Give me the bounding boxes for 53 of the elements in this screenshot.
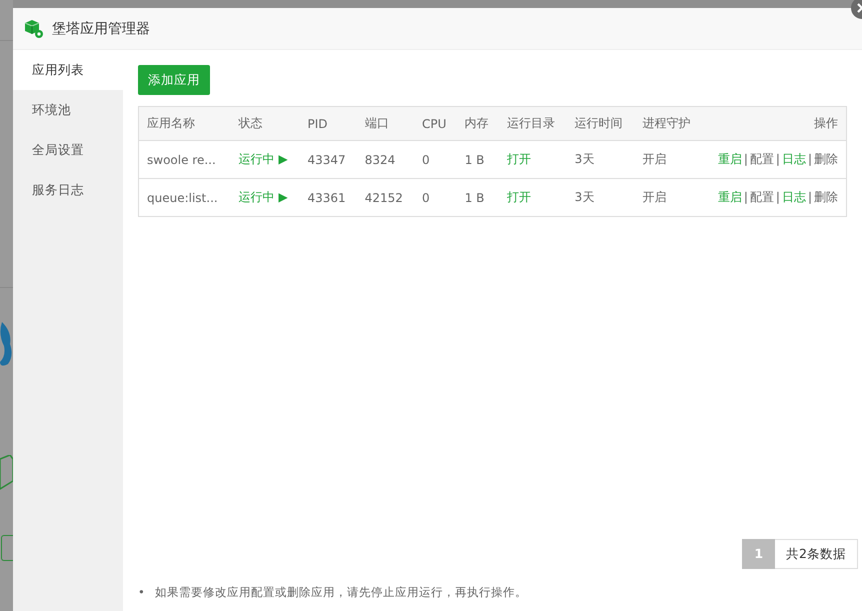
- status-cell: 运行中 ▶: [230, 140, 300, 178]
- pid-cell: 43361: [299, 178, 357, 216]
- uptime-cell: 3天: [566, 178, 634, 216]
- sidebar-item[interactable]: 服务日志: [13, 170, 123, 210]
- separator-text: |: [776, 152, 780, 166]
- column-header: 端口: [356, 106, 414, 140]
- app-name-cell: queue:list...: [138, 178, 231, 216]
- port-cell: 42152: [356, 178, 414, 216]
- column-header: 进程守护: [634, 106, 702, 140]
- column-header: 内存: [456, 106, 500, 140]
- action-link[interactable]: 日志: [782, 190, 806, 204]
- sidebar-item[interactable]: 应用列表: [13, 50, 123, 90]
- action-link[interactable]: 配置: [750, 152, 774, 166]
- add-app-button[interactable]: 添加应用: [138, 65, 210, 95]
- action-link[interactable]: 删除: [814, 152, 838, 166]
- action-link[interactable]: 日志: [782, 152, 806, 166]
- memory-cell: 1 B: [456, 178, 500, 216]
- separator-text: |: [744, 152, 748, 166]
- status-cell: 运行中 ▶: [230, 178, 300, 216]
- cube-gear-icon: [24, 18, 44, 38]
- cpu-cell: 0: [414, 140, 457, 178]
- uptime-cell: 3天: [566, 140, 634, 178]
- bullet-text: •: [138, 584, 145, 601]
- action-link[interactable]: 重启: [718, 190, 742, 204]
- app-name-cell: swoole re...: [138, 140, 231, 178]
- action-link[interactable]: 重启: [718, 152, 742, 166]
- pid-cell: 43347: [299, 140, 357, 178]
- separator-text: |: [808, 190, 812, 204]
- separator-text: |: [808, 152, 812, 166]
- column-header: 运行目录: [499, 106, 567, 140]
- daemon-cell: 开启: [634, 178, 702, 216]
- separator-text: |: [776, 190, 780, 204]
- record-count: 共2条数据: [775, 539, 858, 569]
- directory-link[interactable]: 打开: [499, 140, 567, 178]
- port-cell: 8324: [356, 140, 414, 178]
- column-header: 操作: [702, 106, 846, 140]
- column-header: 应用名称: [138, 106, 231, 140]
- memory-cell: 1 B: [456, 140, 500, 178]
- column-header: 状态: [230, 106, 300, 140]
- note-text: 如果需要修改应用配置或删除应用，请先停止应用运行，再执行操作。: [154, 584, 527, 601]
- column-header: CPU: [414, 106, 457, 140]
- directory-link[interactable]: 打开: [499, 178, 567, 216]
- column-header: PID: [299, 106, 357, 140]
- window-title: 堡塔应用管理器: [52, 20, 150, 38]
- action-link[interactable]: 配置: [750, 190, 774, 204]
- column-header: 运行时间: [566, 106, 634, 140]
- daemon-cell: 开启: [634, 140, 702, 178]
- sidebar-item[interactable]: 环境池: [13, 90, 123, 130]
- separator-text: |: [744, 190, 748, 204]
- sidebar-item[interactable]: 全局设置: [13, 130, 123, 170]
- cpu-cell: 0: [414, 178, 457, 216]
- shield-icon: [0, 455, 14, 491]
- action-link[interactable]: 删除: [814, 190, 838, 204]
